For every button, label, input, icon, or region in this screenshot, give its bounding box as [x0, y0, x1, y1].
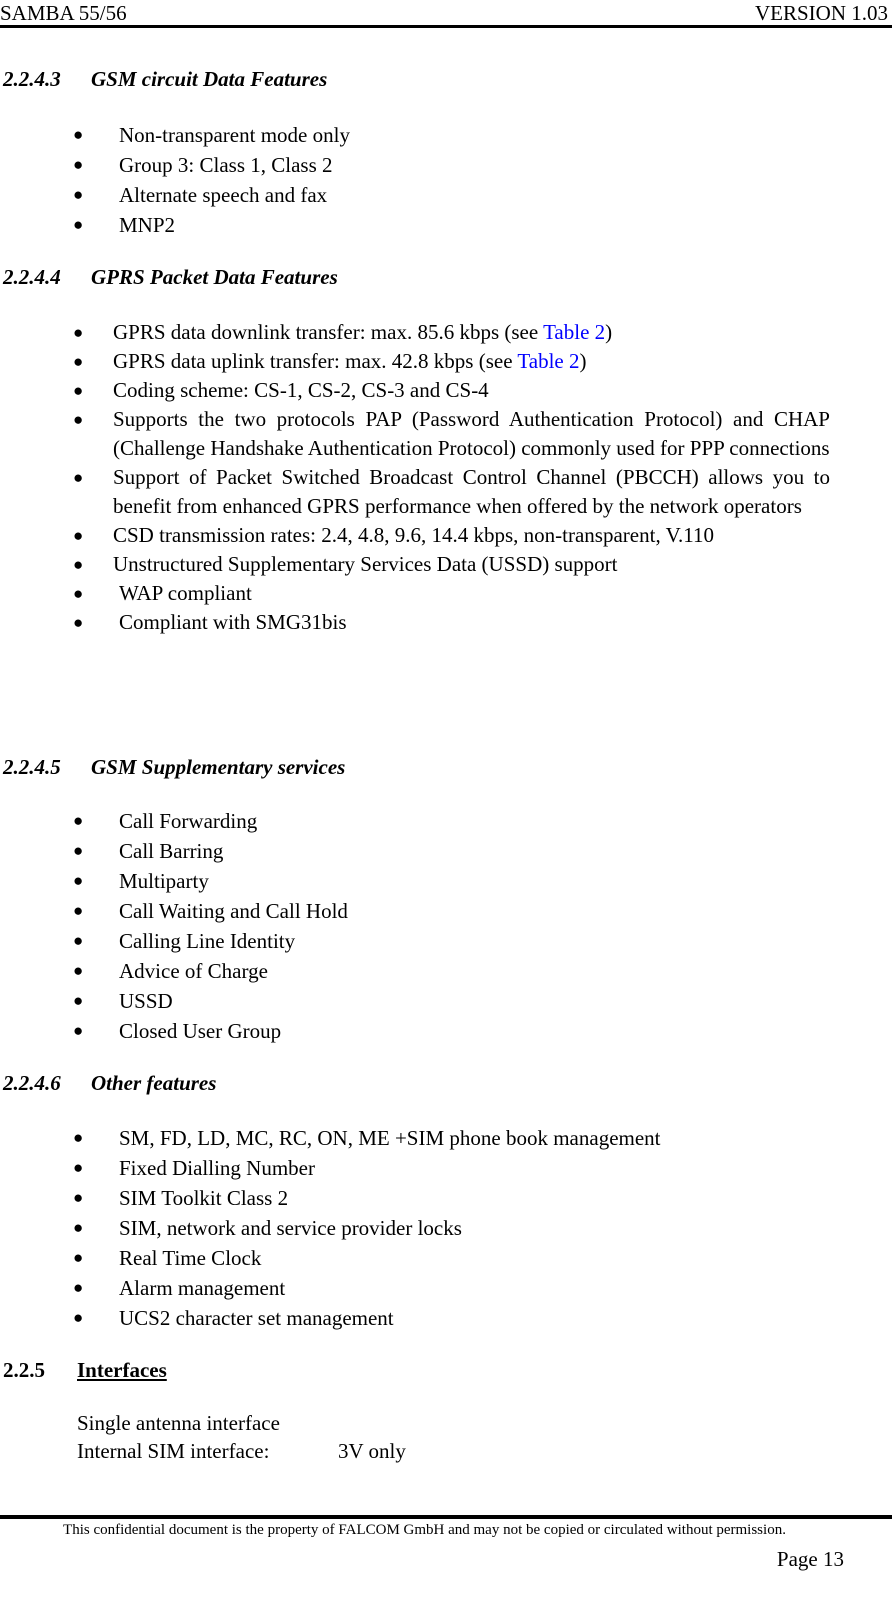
bullet-icon: ● — [73, 468, 84, 487]
list-item: ● Group 3: Class 1, Class 2 — [73, 150, 350, 180]
bullet-icon: ● — [73, 1218, 84, 1237]
bullet-icon: ● — [73, 991, 84, 1010]
heading-title: GSM circuit Data Features — [91, 67, 328, 91]
list-item: ● Alarm management — [73, 1273, 661, 1303]
list-item: ● Call Waiting and Call Hold — [73, 896, 348, 926]
footer-notice: This confidential document is the proper… — [63, 1522, 786, 1538]
list-item: ● Call Forwarding — [73, 806, 348, 836]
bullet-icon: ● — [73, 155, 84, 174]
list-item: ● SIM Toolkit Class 2 — [73, 1183, 661, 1213]
list-item: ● Fixed Dialling Number — [73, 1153, 661, 1183]
list-item: ● Support of Packet Switched Broadcast Co… — [73, 465, 830, 518]
heading-title: Interfaces — [77, 1358, 167, 1382]
bullet-icon: ● — [73, 323, 84, 342]
list-item: ● Closed User Group — [73, 1016, 348, 1046]
bullet-icon: ● — [73, 185, 84, 204]
page-number: Page 13 — [776, 1547, 844, 1571]
list-item: ● Compliant with SMG31bis — [73, 608, 830, 637]
list-item: ● GPRS data downlink transfer: max. 85.6 … — [73, 318, 830, 347]
list-item: ● GPRS data uplink transfer: max. 42.8 kb… — [73, 347, 830, 376]
bullet-icon: ● — [73, 841, 84, 860]
sim-value: 3V only — [338, 1439, 406, 1463]
bullet-icon: ● — [73, 410, 84, 429]
heading-2245: 2.2.4.5 GSM Supplementary services — [3, 754, 345, 780]
page-header: SAMBA 55/56 VERSION 1.03 — [0, 0, 892, 26]
bullet-icon: ● — [73, 555, 84, 574]
bullet-icon: ● — [73, 871, 84, 890]
bullet-icon: ● — [73, 1248, 84, 1267]
bullet-icon: ● — [73, 584, 84, 603]
bullet-icon: ● — [73, 961, 84, 980]
table-2-link[interactable]: Table 2 — [543, 320, 605, 344]
header-rule — [0, 25, 892, 28]
heading-2243: 2.2.4.3 GSM circuit Data Features — [3, 66, 327, 92]
bullet-icon: ● — [73, 613, 84, 632]
heading-number: 2.2.5 — [3, 1358, 45, 1382]
bullet-icon: ● — [73, 352, 84, 371]
footer-rule — [0, 1515, 892, 1519]
list-item: ● USSD — [73, 986, 348, 1016]
list-item: ● Supports the two protocols PAP (Passwor… — [73, 407, 830, 460]
list-item: ● MNP2 — [73, 210, 350, 240]
header-doc-title: SAMBA 55/56 — [0, 1, 127, 25]
heading-title: GSM Supplementary services — [91, 755, 346, 779]
bullet-icon: ● — [73, 381, 84, 400]
list-item: ● Alternate speech and fax — [73, 180, 350, 210]
bullet-icon: ● — [73, 931, 84, 950]
list-item: ● SIM, network and service provider locks — [73, 1213, 661, 1243]
header-version: VERSION 1.03 — [754, 1, 888, 25]
interfaces-sim: Internal SIM interface: 3V only — [77, 1437, 406, 1465]
bullet-icon: ● — [73, 125, 84, 144]
bullet-icon: ● — [73, 1021, 84, 1040]
heading-number: 2.2.4.6 — [3, 1071, 61, 1095]
heading-2244: 2.2.4.4 GPRS Packet Data Features — [3, 264, 338, 290]
bullet-icon: ● — [73, 1278, 84, 1297]
list-supplementary-services: ● Call Forwarding ● Call Barring ● Multipar… — [73, 806, 348, 1046]
list-item: ● Real Time Clock — [73, 1243, 661, 1273]
sim-label: Internal SIM interface: — [77, 1439, 270, 1463]
list-item: ● Multiparty — [73, 866, 348, 896]
heading-title: GPRS Packet Data Features — [91, 265, 338, 289]
bullet-icon: ● — [73, 526, 84, 545]
list-item: ● Call Barring — [73, 836, 348, 866]
heading-2246: 2.2.4.6 Other features — [3, 1070, 216, 1096]
list-item: ● Calling Line Identity — [73, 926, 348, 956]
list-item: ● CSD transmission rates: 2.4, 4.8, 9.6, … — [73, 521, 830, 550]
heading-number: 2.2.4.3 — [3, 67, 61, 91]
list-item: ● Non-transparent mode only — [73, 120, 350, 150]
bullet-icon: ● — [73, 1188, 84, 1207]
table-2-link[interactable]: Table 2 — [517, 349, 579, 373]
list-gsm-circuit-data: ● Non-transparent mode only ● Group 3: Cla… — [73, 120, 350, 240]
bullet-icon: ● — [73, 901, 84, 920]
heading-number: 2.2.4.5 — [3, 755, 61, 779]
heading-225: 2.2.5 Interfaces — [3, 1357, 167, 1383]
bullet-icon: ● — [73, 811, 84, 830]
list-item: ● Unstructured Supplementary Services Dat… — [73, 550, 830, 579]
bullet-icon: ● — [73, 1128, 84, 1147]
heading-number: 2.2.4.4 — [3, 265, 61, 289]
list-item: ● Advice of Charge — [73, 956, 348, 986]
list-other-features: ● SM, FD, LD, MC, RC, ON, ME +SIM phone b… — [73, 1123, 661, 1333]
heading-title: Other features — [91, 1071, 217, 1095]
bullet-icon: ● — [73, 1308, 84, 1327]
interfaces-antenna: Single antenna interface — [77, 1411, 280, 1435]
list-item: ● UCS2 character set management — [73, 1303, 661, 1333]
list-item: ● SM, FD, LD, MC, RC, ON, ME +SIM phone b… — [73, 1123, 661, 1153]
bullet-icon: ● — [73, 215, 84, 234]
list-item: ● Coding scheme: CS-1, CS-2, CS-3 and CS-… — [73, 376, 830, 405]
list-gprs-packet-data: ● GPRS data downlink transfer: max. 85.6 … — [73, 318, 830, 637]
list-item: ● WAP compliant — [73, 579, 830, 608]
bullet-icon: ● — [73, 1158, 84, 1177]
